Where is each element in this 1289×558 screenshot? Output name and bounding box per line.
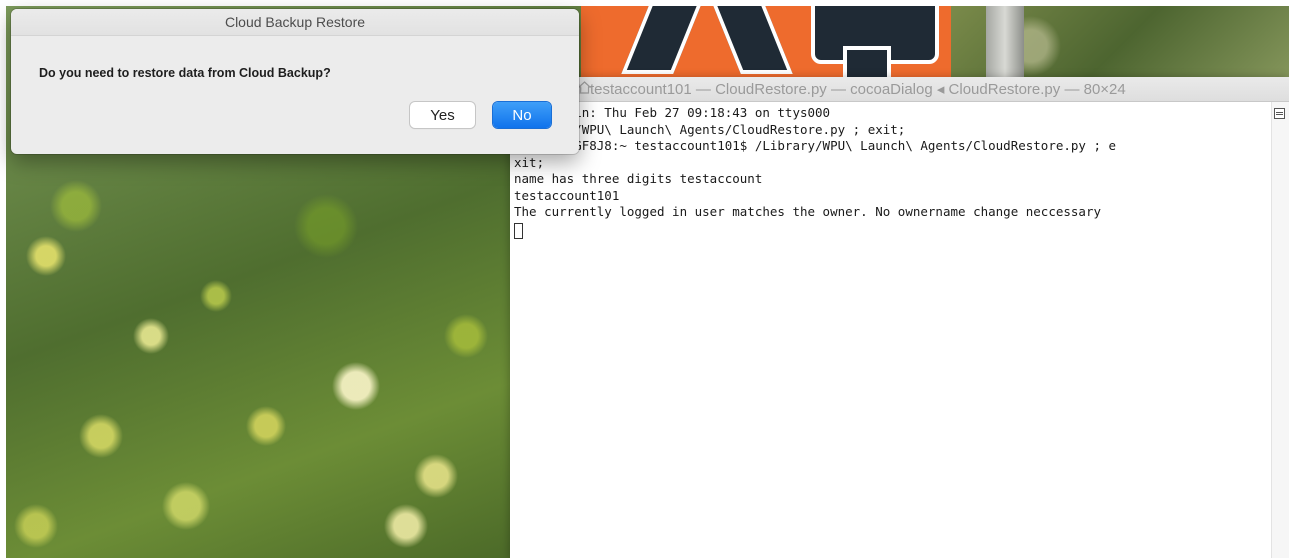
split-pane-icon[interactable] [1274,108,1285,119]
terminal-line: testaccount101 [514,187,620,203]
yes-button[interactable]: Yes [410,102,475,128]
text-cursor [514,222,523,239]
wallpaper-pole [986,6,1024,86]
terminal-window[interactable]: testaccount101 — CloudRestore.py — cocoa… [510,77,1289,558]
terminal-line: name has three digits testaccount [514,171,763,186]
terminal-title: testaccount101 — CloudRestore.py — cocoa… [590,81,1126,98]
dialog-message: Do you need to restore data from Cloud B… [39,66,331,80]
terminal-scrollbar[interactable] [1271,102,1289,558]
dialog-title: Cloud Backup Restore [224,14,366,30]
terminal-line: xit; [514,154,545,170]
terminal-line: Last login: Thu Feb 27 09:18:43 on ttys0… [514,105,831,120]
terminal-line: /Library/WPU\ Launch\ Agents/CloudRestor… [514,121,906,137]
no-button[interactable]: No [493,102,551,128]
terminal-prompt-line [514,221,1264,239]
dialog-titlebar[interactable]: Cloud Backup Restore [11,9,579,36]
terminal-line: The currently logged in user matches the… [514,204,1101,219]
terminal-titlebar[interactable]: testaccount101 — CloudRestore.py — cocoa… [510,77,1289,102]
wallpaper-banner [581,6,951,86]
terminal-line: CH140-JDGF8J8:~ testaccount101$ /Library… [514,138,1117,153]
terminal-output[interactable]: Last login: Thu Feb 27 09:18:43 on ttys0… [514,105,1264,555]
cloud-backup-dialog: Cloud Backup Restore Do you need to rest… [11,9,579,154]
